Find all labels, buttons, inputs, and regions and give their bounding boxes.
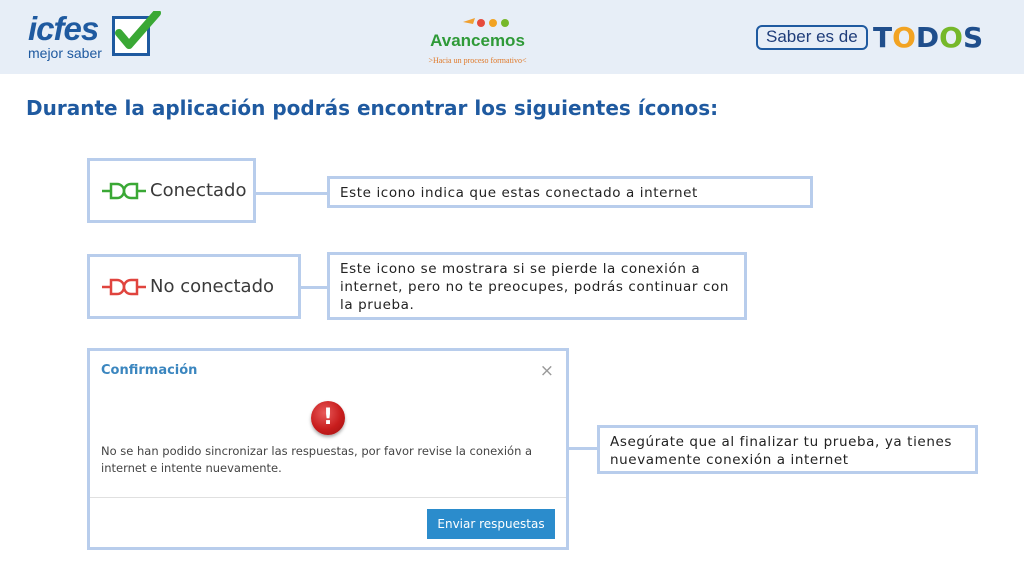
dialog-message: No se han podido sincronizar las respues… bbox=[101, 444, 533, 475]
connected-label: Conectado bbox=[150, 180, 247, 201]
dialog-footer-divider bbox=[90, 497, 566, 498]
connector-line bbox=[301, 286, 328, 289]
send-answers-button[interactable]: Enviar respuestas bbox=[427, 509, 555, 539]
connector-line bbox=[569, 447, 598, 450]
todos-letter: T bbox=[873, 21, 893, 54]
plug-connected-icon bbox=[102, 182, 146, 199]
dialog-note-box: Asegúrate que al finalizar tu prueba, ya… bbox=[597, 425, 978, 474]
header-bar: icfes mejor saber Avancemos >Hacia un pr… bbox=[0, 0, 1024, 74]
connected-description: Este icono indica que estas conectado a … bbox=[340, 185, 698, 201]
todos-letter: S bbox=[962, 21, 984, 54]
saber-logo-word: TODOS bbox=[873, 21, 983, 55]
icfes-logo-tagline: mejor saber bbox=[28, 45, 102, 61]
disconnected-status-box: No conectado bbox=[87, 254, 301, 319]
confirmation-dialog: Confirmación × ! No se han podido sincro… bbox=[87, 348, 569, 550]
saber-es-de-todos-logo: Saber es de TODOS bbox=[756, 21, 996, 56]
avancemos-logo-word: Avancemos bbox=[430, 31, 525, 50]
avancemos-logo-tagline: >Hacia un proceso formativo< bbox=[428, 56, 527, 65]
avancemos-logo: Avancemos >Hacia un proceso formativo< bbox=[425, 14, 530, 72]
disconnected-label: No conectado bbox=[150, 276, 275, 297]
connected-status-box: Conectado bbox=[87, 158, 256, 223]
dialog-title: Confirmación bbox=[101, 363, 198, 378]
error-alert-icon: ! bbox=[311, 401, 345, 435]
plug-disconnected-icon bbox=[102, 278, 146, 295]
icfes-logo-word: icfes bbox=[28, 10, 99, 47]
page-title: Durante la aplicación podrás encontrar l… bbox=[26, 96, 719, 120]
connector-line bbox=[256, 192, 328, 195]
icfes-logo: icfes mejor saber bbox=[28, 10, 168, 62]
todos-letter: O bbox=[939, 21, 963, 54]
disconnected-description-box: Este icono se mostrara si se pierde la c… bbox=[327, 252, 747, 320]
dialog-note: Asegúrate que al finalizar tu prueba, ya… bbox=[610, 434, 953, 468]
connected-description-box: Este icono indica que estas conectado a … bbox=[327, 176, 813, 208]
todos-letter: D bbox=[915, 21, 940, 54]
rocket-icon bbox=[463, 18, 509, 27]
checkmark-icon bbox=[112, 11, 161, 56]
todos-letter: O bbox=[892, 21, 916, 54]
close-icon[interactable]: × bbox=[540, 361, 554, 381]
disconnected-description: Este icono se mostrara si se pierde la c… bbox=[340, 261, 729, 313]
saber-logo-prefix: Saber es de bbox=[766, 27, 858, 46]
